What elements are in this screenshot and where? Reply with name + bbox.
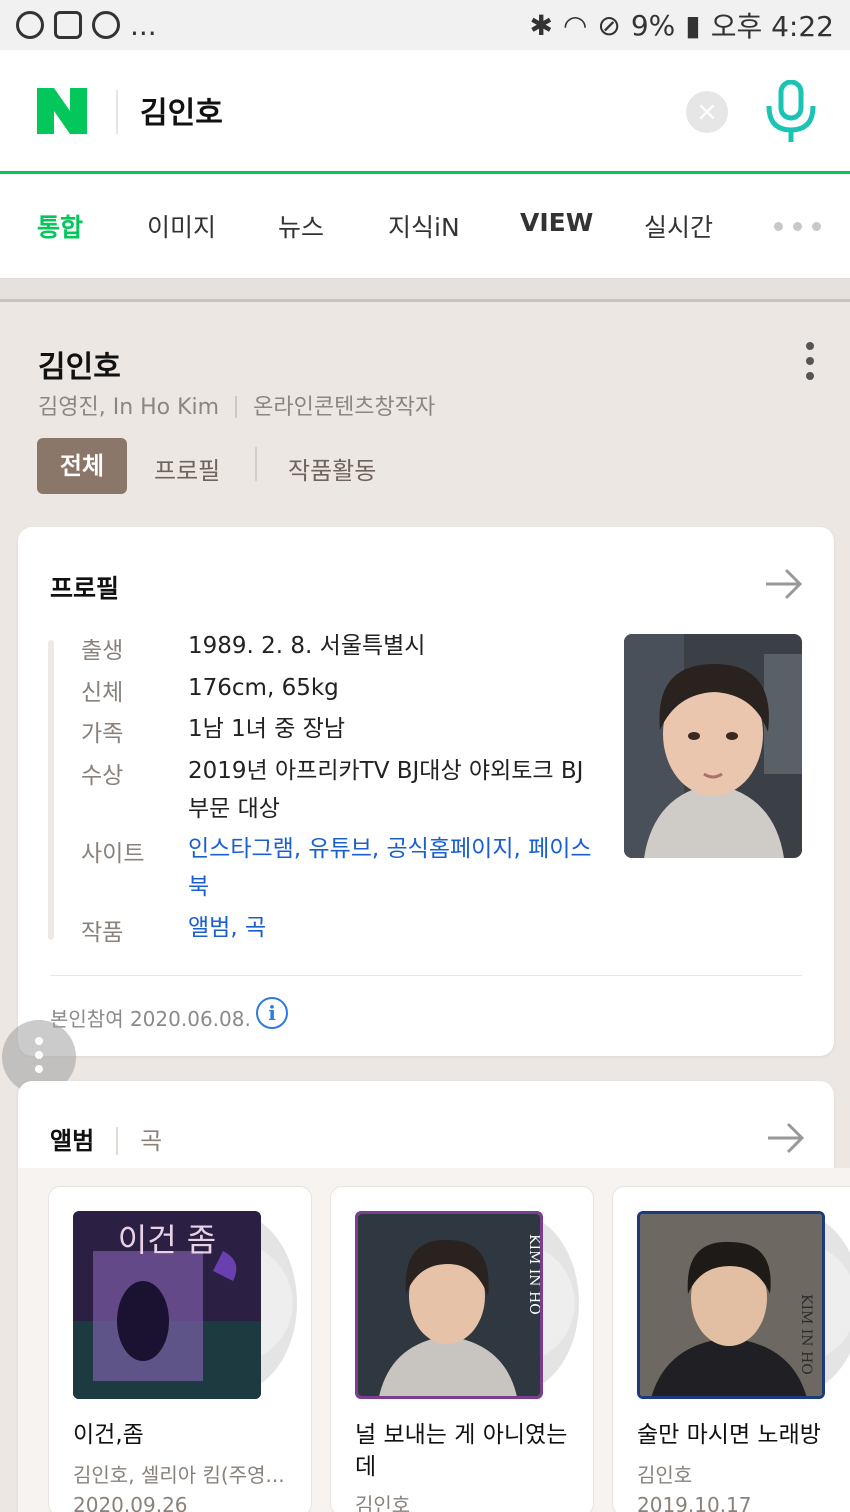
- album-title[interactable]: 널 보내는 게 아니였는데: [355, 1419, 585, 1483]
- value-works-links[interactable]: 앨범, 곡: [188, 909, 598, 947]
- more-tabs-icon[interactable]: [774, 222, 821, 231]
- battery-icon: ▮: [685, 8, 701, 42]
- label-works: 작품: [81, 920, 124, 946]
- album-artist: 김인호: [355, 1493, 411, 1512]
- tab-realtime[interactable]: 실시간: [644, 208, 713, 244]
- app-icon: [54, 11, 82, 39]
- cover-title-text: 이건 좀: [118, 1221, 217, 1259]
- section-separator: [0, 278, 850, 302]
- album-title[interactable]: 술만 마시면 노래방: [637, 1419, 850, 1451]
- more-options-icon[interactable]: [804, 342, 816, 382]
- self-participation-date: 본인참여 2020.06.08.: [50, 1007, 251, 1031]
- tab-albums[interactable]: 앨범: [50, 1127, 94, 1155]
- profile-accent-bar: [48, 640, 54, 940]
- album-tab-divider: [116, 1127, 119, 1155]
- do-not-disturb-icon: ⊘: [597, 8, 621, 42]
- value-birth: 1989. 2. 8. 서울특별시: [188, 633, 426, 659]
- value-body: 176cm, 65kg: [188, 675, 339, 701]
- value-award: 2019년 아프리카TV BJ대상 야외토크 BJ부문 대상: [188, 758, 584, 822]
- tab-news[interactable]: 뉴스: [278, 208, 324, 244]
- label-award: 수상: [81, 763, 124, 789]
- album-item[interactable]: KIM IN HO 술만 마시면 노래방 김인호 2019.10.17: [612, 1186, 850, 1512]
- clear-search-icon[interactable]: ×: [686, 91, 728, 133]
- album-artist: 김인호, 셀리아 킴(주영...: [73, 1463, 285, 1487]
- segment-works[interactable]: 작품활동: [288, 451, 376, 486]
- album-date: 2020.09.26: [73, 1493, 188, 1512]
- label-family: 가족: [81, 721, 124, 747]
- clock: 오후 4:22: [710, 10, 834, 43]
- search-app-icon: [16, 11, 44, 39]
- arrow-right-icon[interactable]: [766, 1121, 806, 1155]
- more-notifications: ...: [130, 8, 157, 42]
- value-family: 1남 1녀 중 장남: [188, 716, 345, 742]
- label-body: 신체: [81, 680, 124, 706]
- album-tabs: 앨범 곡: [50, 1121, 162, 1156]
- search-tabs: 통합 이미지 뉴스 지식iN VIEW 실시간: [0, 174, 850, 278]
- battery-percent: 9%: [630, 8, 676, 42]
- person-name: 김인호: [38, 350, 121, 385]
- search-header: 김인호 ×: [0, 50, 850, 174]
- tab-integrated[interactable]: 통합: [37, 208, 83, 244]
- cover-title-text: KIM IN HO: [798, 1294, 814, 1375]
- profile-card: 프로필 출생 1989. 2. 8. 서울특별시 신체 176cm, 65kg …: [18, 527, 834, 1056]
- value-sites-links[interactable]: 인스타그램, 유튜브, 공식홈페이지, 페이스북: [188, 830, 598, 906]
- tab-view[interactable]: VIEW: [520, 208, 593, 237]
- arrow-right-icon[interactable]: [764, 567, 804, 601]
- segment-all[interactable]: 전체: [37, 438, 127, 494]
- naver-logo[interactable]: [37, 88, 87, 134]
- profile-photo[interactable]: [624, 634, 802, 858]
- microphone-icon[interactable]: [764, 80, 818, 144]
- album-cover[interactable]: KIM IN HO: [355, 1211, 543, 1399]
- subtitle-divider: [235, 396, 238, 418]
- album-title[interactable]: 이건,좀: [73, 1419, 303, 1451]
- person-aliases: 김영진, In Ho Kim: [38, 395, 220, 420]
- status-bar: ... ✱ ◠ ⊘ 9% ▮ 오후 4:22: [0, 0, 850, 50]
- album-artist: 김인호: [637, 1463, 693, 1487]
- cover-title-text: KIM IN HO: [526, 1234, 542, 1315]
- tab-knowledge-in[interactable]: 지식iN: [388, 208, 460, 244]
- search-input[interactable]: 김인호: [140, 88, 223, 132]
- album-item[interactable]: 이건 좀 이건,좀 김인호, 셀리아 킴(주영... 2020.09.26: [48, 1186, 312, 1512]
- bluetooth-icon: ✱: [529, 8, 553, 42]
- wifi-icon: ◠: [562, 8, 588, 42]
- album-date: 2019.10.17: [637, 1493, 752, 1512]
- person-occupation: 온라인콘텐츠창작자: [253, 395, 436, 420]
- person-subtitle: 김영진, In Ho Kim 온라인콘텐츠창작자: [38, 389, 435, 421]
- search-divider: [116, 90, 118, 134]
- card-divider: [50, 975, 802, 976]
- album-cover[interactable]: 이건 좀: [73, 1211, 261, 1399]
- label-sites: 사이트: [81, 841, 145, 867]
- tab-songs[interactable]: 곡: [140, 1127, 162, 1155]
- tab-images[interactable]: 이미지: [147, 208, 216, 244]
- info-icon[interactable]: i: [256, 997, 288, 1029]
- sync-icon: [92, 11, 120, 39]
- label-birth: 출생: [81, 638, 124, 664]
- segment-profile[interactable]: 프로필: [154, 451, 220, 486]
- album-item[interactable]: KIM IN HO 널 보내는 게 아니였는데 김인호: [330, 1186, 594, 1512]
- profile-card-title: 프로필: [50, 574, 120, 603]
- album-cover[interactable]: KIM IN HO: [637, 1211, 825, 1399]
- segment-divider: [255, 447, 257, 481]
